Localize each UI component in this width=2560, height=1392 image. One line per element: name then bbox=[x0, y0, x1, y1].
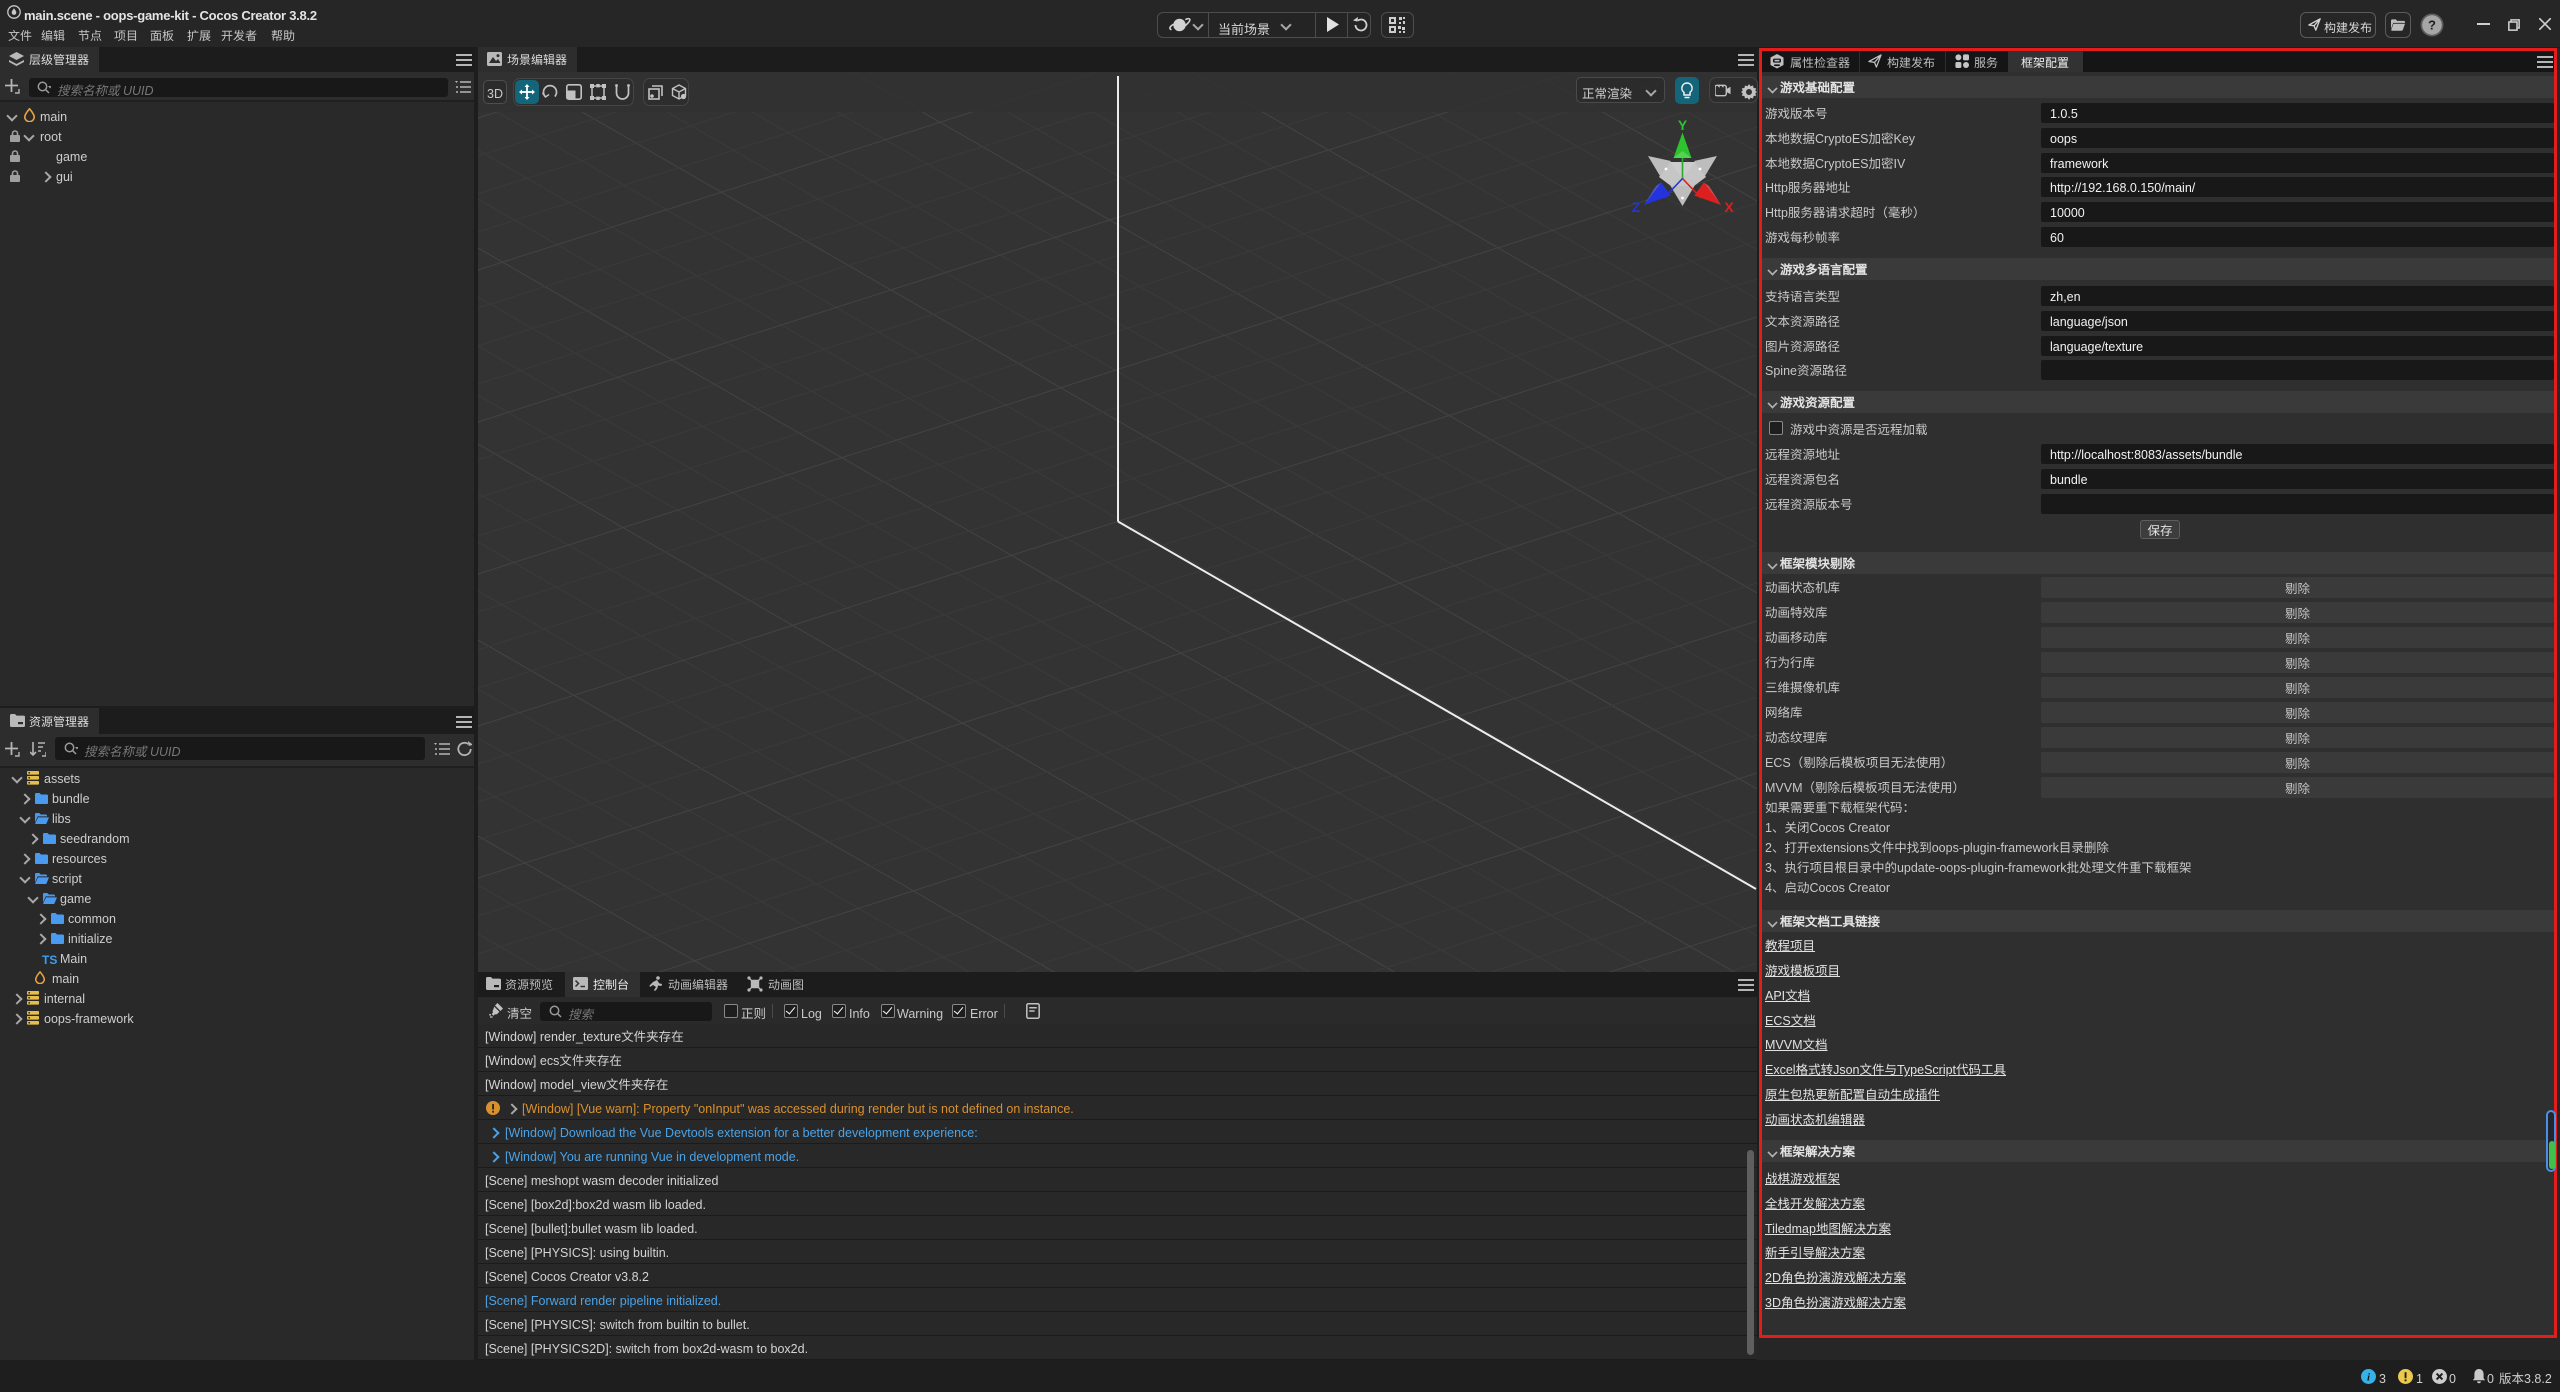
svg-text:Z: Z bbox=[1632, 199, 1641, 215]
svg-text:X: X bbox=[1724, 199, 1734, 215]
svg-text:?: ? bbox=[2428, 18, 2436, 33]
svg-text:Y: Y bbox=[1678, 117, 1688, 133]
